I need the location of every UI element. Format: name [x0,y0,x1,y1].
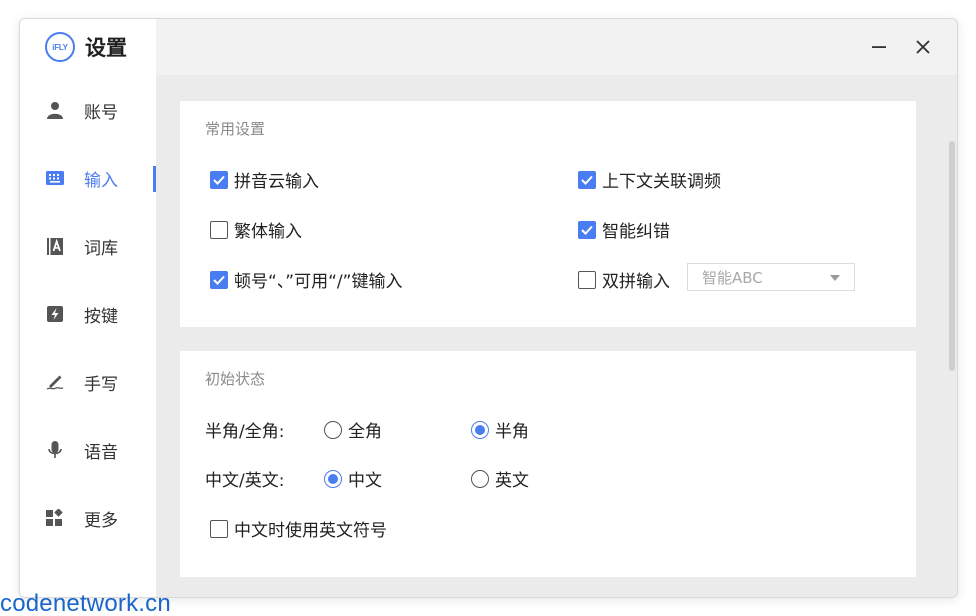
shuangpin-checkbox[interactable]: 双拼输入 [578,267,670,292]
option-label: 上下文关联调频 [602,172,721,192]
user-icon [46,101,64,119]
shuangpin-scheme-select[interactable]: 智能ABC [687,263,855,291]
app-title: 设置 [85,36,127,60]
english-punct-checkbox[interactable]: 中文时使用英文符号 [210,516,387,541]
option-label: 智能纠错 [602,222,670,242]
smart-correct-checkbox[interactable]: 智能纠错 [578,217,670,242]
language-mode-label: 中文/英文: [205,471,285,491]
dunhao-slash-checkbox[interactable]: 顿号“、”可用“/”键输入 [210,267,402,292]
sidebar-item-label: 词库 [84,238,118,259]
checkbox-box[interactable] [210,170,228,189]
checkbox-box[interactable] [210,220,228,239]
section-title-initial: 初始状态 [205,370,266,388]
sidebar-item-voice[interactable]: 语音 [20,416,156,484]
radio-circle[interactable] [471,469,489,488]
main-panel: 常用设置 拼音云输入 上下文关联调频 繁体输入 智能纠错 顿号“、”可用“/”键… [156,19,957,597]
checkbox-box[interactable] [578,170,596,189]
common-settings-card: 常用设置 拼音云输入 上下文关联调频 繁体输入 智能纠错 顿号“、”可用“/”键… [180,101,916,327]
sidebar-item-label: 按键 [84,306,118,327]
sidebar-item-input[interactable]: 输入 [20,144,156,212]
dictionary-icon [46,237,64,255]
sidebar-nav: 账号 输入 词库 按键 手写 语音 更多 [20,76,156,552]
sidebar-item-label: 输入 [84,170,118,191]
settings-content: 常用设置 拼音云输入 上下文关联调频 繁体输入 智能纠错 顿号“、”可用“/”键… [156,75,957,597]
sidebar-item-label: 手写 [84,374,118,395]
watermark-text: codenetwork.cn [0,590,171,616]
sidebar-item-label: 账号 [84,102,118,123]
select-value: 智能ABC [702,268,763,287]
keyboard-icon [46,169,64,187]
option-label: 双拼输入 [602,272,670,292]
initial-state-card: 初始状态 半角/全角: 全角 半角 中文/英文: 中文 英文 中文时使用英文符号 [180,351,916,577]
sidebar: iFLY 设置 账号 输入 词库 按键 手写 语音 更多 [20,19,156,597]
radio-circle[interactable] [471,420,489,439]
option-label: 繁体输入 [234,222,302,242]
minimize-icon [872,46,886,48]
option-label: 拼音云输入 [234,172,319,192]
pen-icon [46,373,64,391]
key-icon [46,305,64,323]
traditional-checkbox[interactable]: 繁体输入 [210,217,302,242]
pinyin-cloud-checkbox[interactable]: 拼音云输入 [210,167,319,192]
checkmark-icon [213,175,225,185]
chinese-radio[interactable]: 中文 [324,466,382,491]
option-label: 顿号“、”可用“/”键输入 [234,272,403,292]
sidebar-item-handwriting[interactable]: 手写 [20,348,156,416]
sidebar-item-keys[interactable]: 按键 [20,280,156,348]
half-width-radio[interactable]: 半角 [471,417,529,442]
close-button[interactable] [909,33,937,61]
sidebar-item-label: 语音 [84,442,118,463]
settings-window: iFLY 设置 账号 输入 词库 按键 手写 语音 更多 常用设置 拼音云输入 … [19,18,958,598]
section-title-common: 常用设置 [205,120,266,138]
checkbox-box[interactable] [210,270,228,289]
title-bar [156,19,957,75]
more-apps-icon [46,509,64,527]
option-label: 英文 [495,471,529,491]
sidebar-item-label: 更多 [84,510,118,531]
sidebar-item-account[interactable]: 账号 [20,76,156,144]
sidebar-item-dictionary[interactable]: 词库 [20,212,156,280]
option-label: 中文时使用英文符号 [234,521,387,541]
option-label: 半角 [495,422,529,442]
option-label: 全角 [348,422,382,442]
microphone-icon [46,441,64,459]
english-radio[interactable]: 英文 [471,466,529,491]
minimize-button[interactable] [865,33,893,61]
radio-circle[interactable] [324,420,342,439]
sidebar-item-more[interactable]: 更多 [20,484,156,552]
checkmark-icon [581,175,593,185]
checkmark-icon [213,275,225,285]
close-icon [916,40,930,54]
full-width-radio[interactable]: 全角 [324,417,382,442]
chevron-down-icon [830,275,840,281]
context-freq-checkbox[interactable]: 上下文关联调频 [578,167,721,192]
checkmark-icon [581,225,593,235]
radio-circle[interactable] [324,469,342,488]
checkbox-box[interactable] [210,519,228,538]
option-label: 中文 [348,471,382,491]
checkbox-box[interactable] [578,220,596,239]
checkbox-box[interactable] [578,270,596,289]
width-mode-label: 半角/全角: [205,422,285,442]
scrollbar-thumb[interactable] [949,141,955,371]
ifly-logo: iFLY [45,32,75,62]
app-header: iFLY 设置 [45,31,127,63]
